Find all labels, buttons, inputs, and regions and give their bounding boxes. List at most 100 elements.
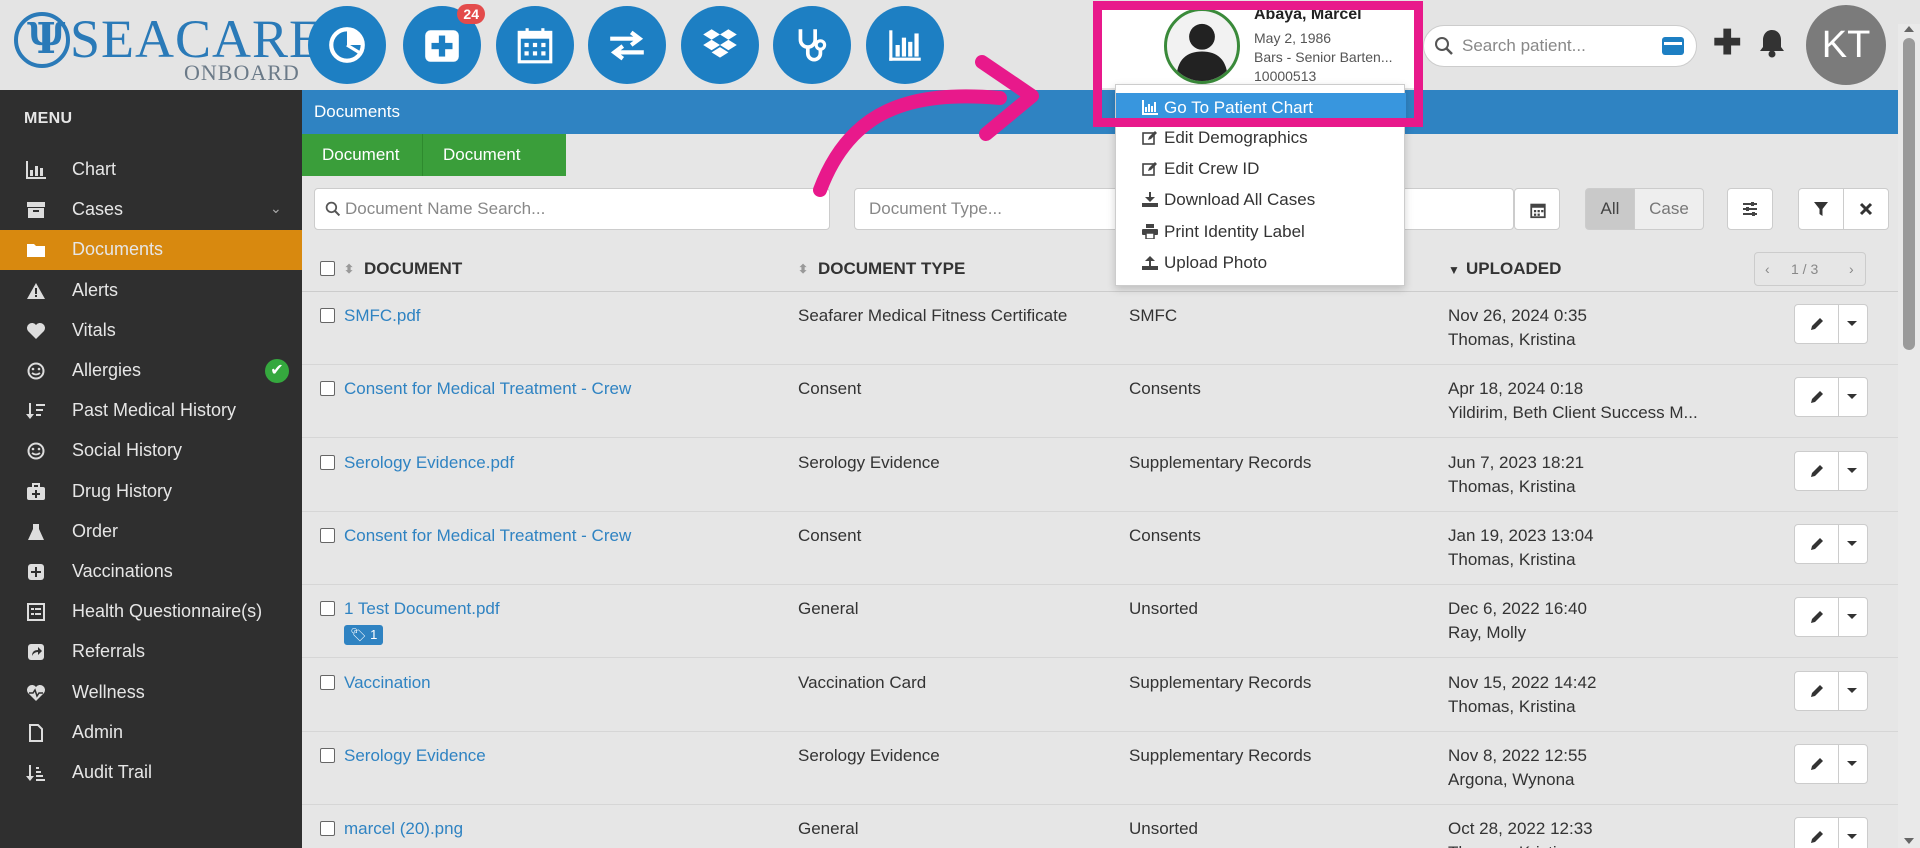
row-actions: [1794, 817, 1868, 848]
document-link[interactable]: Consent for Medical Treatment - Crew: [344, 379, 631, 399]
scroll-down-icon[interactable]: [1904, 838, 1914, 844]
dropbox-button[interactable]: [681, 6, 759, 84]
caret-down-icon[interactable]: [1847, 687, 1857, 693]
menu-upload-photo[interactable]: Upload Photo: [1116, 248, 1406, 278]
bell-icon[interactable]: [1758, 28, 1786, 58]
sidebar-item-alerts[interactable]: Alerts: [0, 271, 302, 311]
row-checkbox[interactable]: [320, 747, 335, 763]
document-link[interactable]: marcel (20).png: [344, 819, 463, 839]
date-picker-button[interactable]: [1514, 188, 1560, 230]
scroll-up-icon[interactable]: [1904, 26, 1914, 32]
clear-filter-button[interactable]: [1843, 188, 1889, 230]
document-name-search[interactable]: [314, 188, 830, 230]
filter-button[interactable]: [1798, 188, 1844, 230]
edit-button[interactable]: [1795, 744, 1839, 783]
calendar-button[interactable]: [496, 6, 574, 84]
plus-square-icon: [26, 563, 46, 581]
sidebar-item-wellness[interactable]: Wellness: [0, 673, 302, 713]
chevron-down-icon[interactable]: ⌄: [270, 200, 282, 217]
filter-all-button[interactable]: All: [1585, 188, 1635, 230]
caret-down-icon[interactable]: [1847, 614, 1857, 620]
heartbeat-icon: [26, 684, 46, 702]
sidebar-item-audit-trail[interactable]: Audit Trail: [0, 753, 302, 793]
sidebar-item-admin[interactable]: Admin: [0, 713, 302, 753]
sidebar-item-referrals[interactable]: Referrals: [0, 632, 302, 672]
edit-button[interactable]: [1795, 524, 1839, 563]
document-link[interactable]: Serology Evidence.pdf: [344, 453, 514, 473]
column-settings-button[interactable]: [1727, 188, 1773, 230]
table-row: SMFC.pdf Seafarer Medical Fitness Certifi…: [302, 292, 1898, 365]
caret-down-icon[interactable]: [1847, 760, 1857, 766]
new-case-button[interactable]: 24: [403, 4, 485, 84]
document-name-search-input[interactable]: [345, 197, 819, 221]
sidebar-item-health-questionnaire-s[interactable]: Health Questionnaire(s): [0, 592, 302, 632]
sidebar-item-vitals[interactable]: Vitals: [0, 311, 302, 351]
sidebar-item-order[interactable]: Order: [0, 512, 302, 552]
edit-button[interactable]: [1795, 451, 1839, 490]
user-avatar[interactable]: KT: [1806, 5, 1886, 85]
menu-download-all-cases[interactable]: Download All Cases: [1116, 185, 1406, 215]
sort-desc-icon[interactable]: ▼: [1448, 263, 1460, 277]
edit-button[interactable]: [1795, 598, 1839, 637]
sidebar-item-chart[interactable]: Chart: [0, 150, 302, 190]
row-checkbox[interactable]: [320, 381, 335, 397]
patient-card[interactable]: Abaya, Marcel May 2, 1986 Bars - Senior …: [1100, 4, 1416, 88]
caret-down-icon[interactable]: [1847, 834, 1857, 840]
caret-down-icon[interactable]: [1847, 540, 1857, 546]
filter-case-button[interactable]: Case: [1634, 188, 1704, 230]
menu-edit-demographics[interactable]: Edit Demographics: [1116, 123, 1406, 153]
document-link[interactable]: Consent for Medical Treatment - Crew: [344, 526, 631, 546]
tab-document-box[interactable]: Document Box: [422, 134, 566, 206]
row-checkbox[interactable]: [320, 454, 335, 470]
id-card-icon[interactable]: [1662, 37, 1684, 55]
sidebar-item-documents[interactable]: Documents: [0, 230, 302, 271]
column-document[interactable]: DOCUMENT: [364, 259, 462, 279]
sidebar-item-vaccinations[interactable]: Vaccinations: [0, 552, 302, 592]
row-checkbox[interactable]: [320, 601, 335, 617]
uploaded-by: Argona, Wynona: [1448, 769, 1575, 789]
seacare-logo[interactable]: SEACARE ONBOARD: [14, 10, 322, 85]
sort-icon[interactable]: ⬍: [798, 262, 808, 276]
sidebar-item-social-history[interactable]: Social History: [0, 431, 302, 471]
menu-edit-crew-id[interactable]: Edit Crew ID: [1116, 154, 1406, 184]
sidebar-item-drug-history[interactable]: Drug History: [0, 472, 302, 512]
scroll-thumb[interactable]: [1903, 38, 1915, 350]
edit-button[interactable]: [1795, 305, 1839, 343]
caret-down-icon[interactable]: [1847, 467, 1857, 473]
sort-icon[interactable]: ⬍: [344, 262, 354, 276]
column-document-type[interactable]: DOCUMENT TYPE: [818, 259, 965, 279]
share-icon: [26, 643, 46, 661]
sidebar-item-cases[interactable]: Cases ⌄: [0, 190, 302, 230]
tab-document[interactable]: Document: [302, 134, 422, 176]
caret-down-icon[interactable]: [1847, 394, 1857, 400]
patient-search-input[interactable]: [1462, 32, 1652, 60]
next-page-icon[interactable]: ›: [1849, 261, 1854, 277]
document-link[interactable]: 1 Test Document.pdf: [344, 599, 500, 619]
select-all-checkbox[interactable]: [320, 261, 335, 276]
add-icon[interactable]: ✚: [1713, 26, 1742, 60]
transfer-button[interactable]: [588, 6, 666, 84]
prev-page-icon[interactable]: ‹: [1765, 261, 1770, 277]
row-checkbox[interactable]: [320, 308, 335, 323]
document-link[interactable]: SMFC.pdf: [344, 306, 421, 326]
row-checkbox[interactable]: [320, 527, 335, 543]
edit-button[interactable]: [1795, 818, 1839, 848]
sidebar-item-past-medical-history[interactable]: Past Medical History: [0, 391, 302, 431]
sidebar-item-allergies[interactable]: Allergies ✔: [0, 351, 302, 391]
edit-button[interactable]: [1795, 378, 1839, 417]
column-uploaded[interactable]: UPLOADED: [1466, 259, 1561, 279]
row-checkbox[interactable]: [320, 821, 335, 837]
sidebar-item-label: Alerts: [72, 279, 119, 300]
caret-down-icon[interactable]: [1847, 321, 1857, 326]
row-checkbox[interactable]: [320, 674, 335, 690]
document-link[interactable]: Vaccination: [344, 673, 431, 693]
pie-chart-button[interactable]: [308, 6, 386, 84]
tag-badge[interactable]: 🏷 1: [344, 625, 384, 646]
menu-go-to-patient-chart[interactable]: Go To Patient Chart: [1116, 93, 1406, 123]
document-link[interactable]: Serology Evidence: [344, 746, 486, 766]
patient-search[interactable]: [1423, 25, 1697, 67]
menu-print-identity-label[interactable]: Print Identity Label: [1116, 217, 1406, 247]
scrollbar[interactable]: [1898, 24, 1920, 848]
patient-dob: May 2, 1986: [1254, 30, 1332, 46]
edit-button[interactable]: [1795, 671, 1839, 710]
